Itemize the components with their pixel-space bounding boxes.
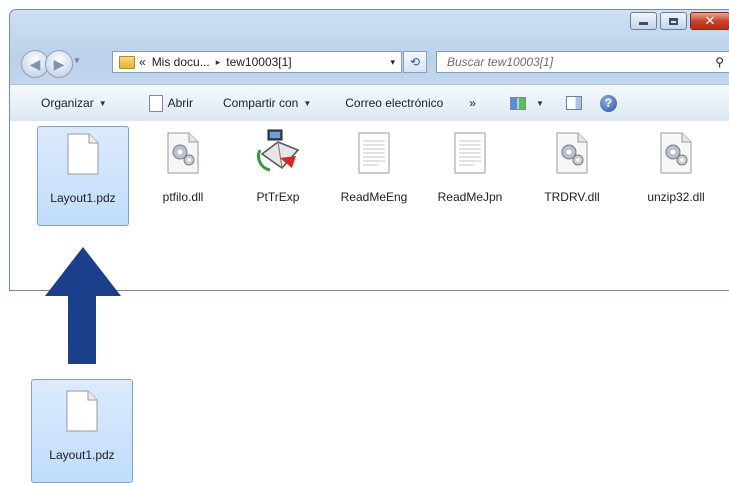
file-item-trdrv-dll[interactable]: TRDRV.dll (526, 126, 618, 226)
more-commands-icon: » (469, 96, 476, 110)
address-bar[interactable]: « Mis docu... ▸ tew10003[1] ▾ (112, 51, 402, 73)
maximize-button[interactable] (660, 12, 687, 30)
maximize-icon (669, 17, 678, 25)
dragged-file-layout1-pdz[interactable]: Layout1.pdz (31, 379, 133, 483)
open-file-icon (148, 94, 163, 112)
file-name: unzip32.dll (647, 190, 705, 204)
text-file-icon (358, 132, 390, 177)
file-name: Layout1.pdz (50, 191, 116, 205)
back-arrow-icon: ◀ (29, 55, 41, 72)
file-item-ptfilo-dll[interactable]: ptfilo.dll (137, 126, 229, 226)
file-item-readmeeng[interactable]: ReadMeEng (328, 126, 420, 226)
document-icon (66, 390, 98, 435)
document-icon (67, 133, 99, 178)
minimize-button[interactable] (630, 12, 657, 30)
setup-program-icon (254, 128, 302, 177)
forward-button[interactable]: ▶ (45, 50, 73, 78)
search-box[interactable]: ⚲ (436, 51, 729, 73)
preview-pane-icon (565, 96, 582, 110)
file-name: Layout1.pdz (49, 448, 115, 462)
minimize-icon (639, 22, 648, 25)
up-arrow-shaft (68, 290, 96, 364)
navigation-bar: ◀ ▶ ▼ « Mis docu... ▸ tew10003[1] ▾ ⟲ ⚲ (10, 48, 729, 78)
window-controls: ✕ (630, 12, 729, 30)
close-icon: ✕ (704, 13, 716, 29)
breadcrumb-overflow[interactable]: « (139, 55, 146, 69)
recent-pages-dropdown[interactable]: ▼ (73, 56, 81, 65)
chevron-down-icon: ▼ (98, 98, 107, 108)
more-commands-button[interactable]: » (469, 96, 476, 110)
dll-gear-icon (167, 132, 199, 177)
folder-icon (119, 55, 135, 69)
preview-pane-button[interactable] (565, 96, 582, 110)
file-item-readmejpn[interactable]: ReadMeJpn (424, 126, 516, 226)
share-button[interactable]: Compartir con ▼ (223, 96, 311, 110)
file-item-unzip32-dll[interactable]: unzip32.dll (630, 126, 722, 226)
search-input[interactable] (445, 54, 689, 70)
file-name: ptfilo.dll (162, 190, 204, 204)
open-button[interactable]: Abrir (148, 94, 193, 112)
file-name: ReadMeEng (340, 190, 408, 204)
organize-label: Organizar (41, 96, 94, 110)
email-label: Correo electrónico (345, 96, 444, 110)
organize-button[interactable]: Organizar ▼ (41, 96, 107, 110)
file-name: ReadMeJpn (437, 190, 503, 204)
email-button[interactable]: Correo electrónico (345, 96, 443, 110)
chevron-down-icon: ▼ (535, 98, 544, 108)
up-arrow-head (45, 247, 121, 296)
file-item-layout1-pdz[interactable]: Layout1.pdz (37, 126, 129, 226)
text-file-icon (454, 132, 486, 177)
share-label: Compartir con (222, 96, 299, 110)
search-icon[interactable]: ⚲ (715, 55, 724, 69)
refresh-icon: ⟲ (409, 55, 421, 69)
open-label: Abrir (167, 96, 193, 110)
refresh-button[interactable]: ⟲ (403, 51, 427, 73)
close-button[interactable]: ✕ (690, 12, 729, 30)
address-dropdown-icon[interactable]: ▾ (390, 57, 395, 68)
views-icon (509, 96, 526, 110)
breadcrumb-separator-icon[interactable]: ▸ (216, 57, 221, 68)
change-view-button[interactable] (509, 96, 526, 110)
file-name: PtTrExp (256, 190, 300, 204)
chevron-down-icon: ▼ (303, 98, 312, 108)
help-button[interactable]: ? (599, 94, 617, 112)
dll-gear-icon (660, 132, 692, 177)
breadcrumb-mis-documentos[interactable]: Mis docu... (152, 55, 210, 69)
forward-arrow-icon: ▶ (53, 55, 65, 72)
breadcrumb-current-folder[interactable]: tew10003[1] (226, 55, 291, 69)
view-options-dropdown[interactable]: ▼ (536, 99, 544, 108)
file-item-pttrexp[interactable]: PtTrExp (232, 126, 324, 226)
command-bar: Organizar ▼ Abrir Compartir con ▼ Correo e… (10, 84, 729, 122)
file-name: TRDRV.dll (544, 190, 600, 204)
help-icon: ? (599, 94, 617, 112)
dll-gear-icon (556, 132, 588, 177)
